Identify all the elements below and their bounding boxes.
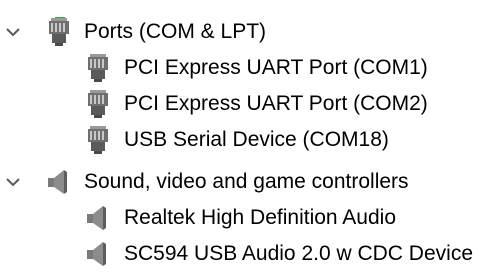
speaker-icon: [46, 167, 72, 197]
tree-item-device[interactable]: USB Serial Device (COM18): [0, 122, 498, 158]
chevron-down-icon[interactable]: [2, 21, 24, 43]
device-label: USB Serial Device (COM18): [124, 128, 389, 151]
tree-item-device[interactable]: SC594 USB Audio 2.0 w CDC Device: [0, 236, 498, 272]
tree-category-sound[interactable]: Sound, video and game controllers: [0, 164, 498, 200]
device-label: PCI Express UART Port (COM2): [124, 92, 428, 115]
device-label: PCI Express UART Port (COM1): [124, 56, 428, 79]
tree-item-device[interactable]: Realtek High Definition Audio: [0, 200, 498, 236]
tree-category-ports[interactable]: Ports (COM & LPT): [0, 14, 498, 50]
port-connector-icon: [85, 89, 111, 119]
device-tree: Ports (COM & LPT) PCI Express UART Port …: [0, 0, 498, 264]
category-label: Ports (COM & LPT): [84, 20, 267, 43]
chevron-down-icon[interactable]: [2, 171, 24, 193]
tree-item-device[interactable]: PCI Express UART Port (COM1): [0, 50, 498, 86]
port-connector-icon: [85, 53, 111, 83]
speaker-icon: [85, 203, 111, 233]
speaker-icon: [85, 239, 111, 269]
port-connector-icon: [46, 16, 72, 47]
device-label: Realtek High Definition Audio: [124, 206, 396, 229]
tree-item-device[interactable]: PCI Express UART Port (COM2): [0, 86, 498, 122]
port-connector-icon: [85, 125, 111, 155]
device-label: SC594 USB Audio 2.0 w CDC Device: [124, 242, 473, 265]
category-label: Sound, video and game controllers: [84, 170, 409, 193]
